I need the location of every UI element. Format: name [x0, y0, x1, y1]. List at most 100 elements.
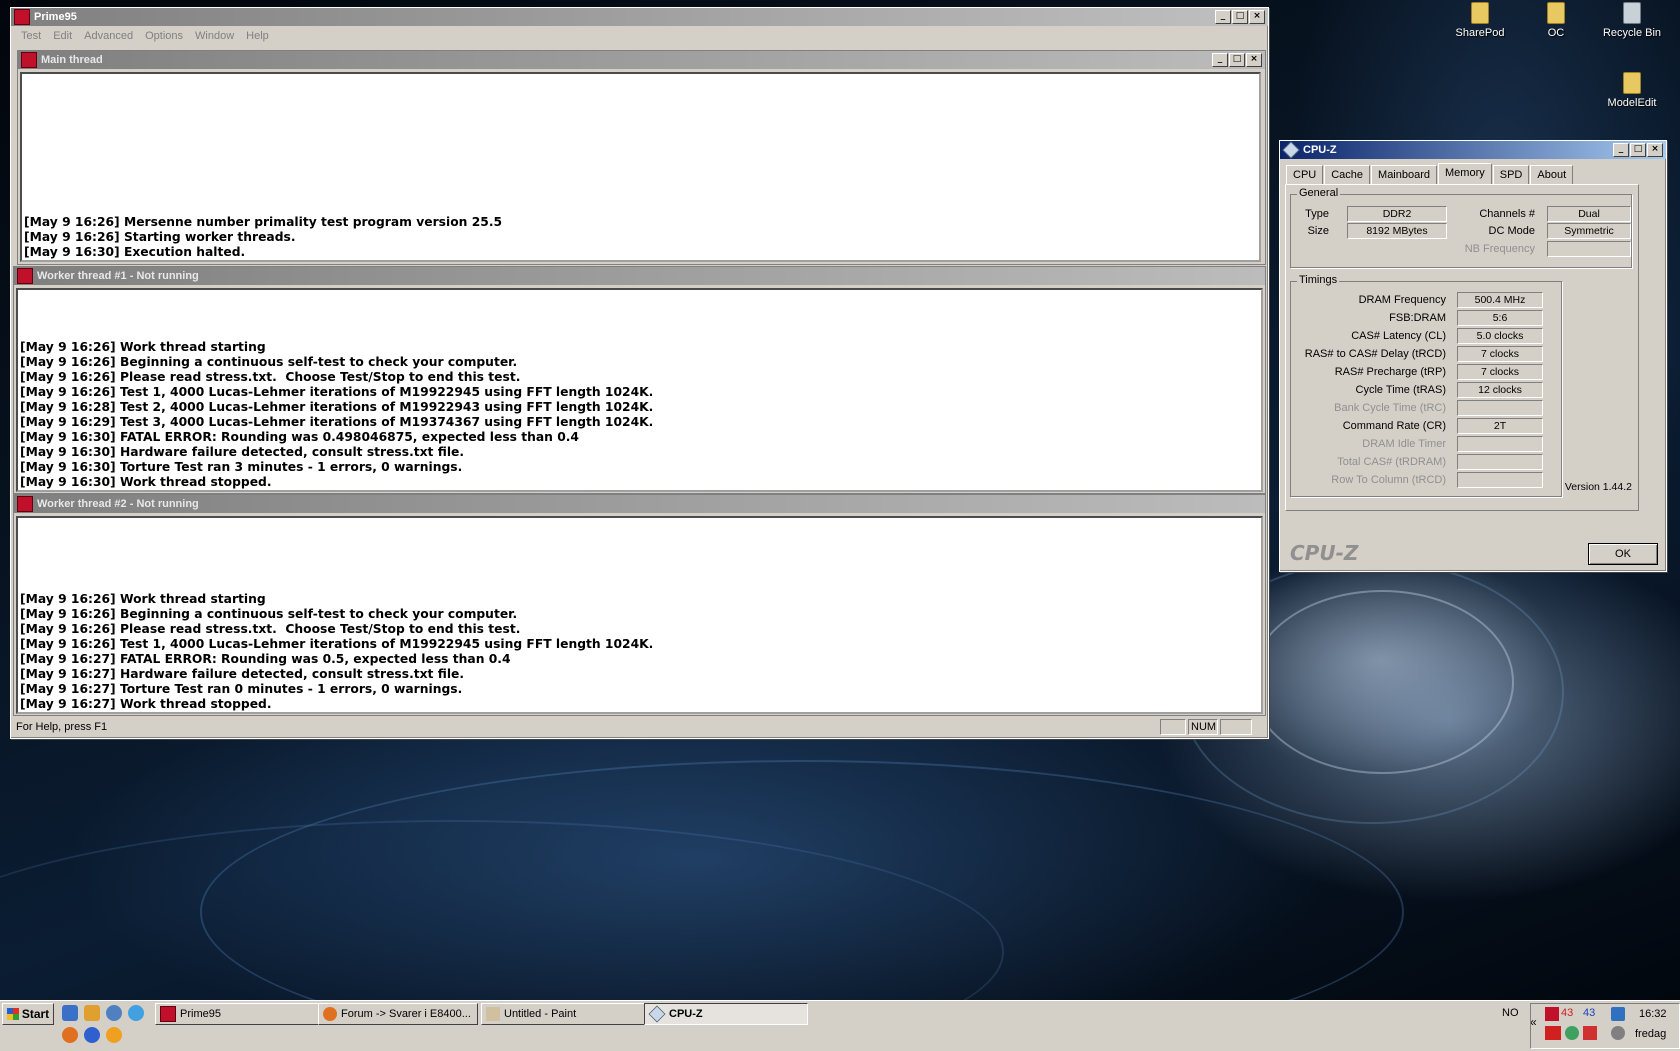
- timing-value: 7 clocks: [1457, 364, 1543, 380]
- paint-icon: [486, 1007, 500, 1021]
- amd-tray-icon[interactable]: [1545, 1026, 1561, 1040]
- cpuz-tabs: CPU Cache Mainboard Memory SPD About: [1286, 163, 1574, 184]
- tab-mainboard[interactable]: Mainboard: [1371, 165, 1438, 184]
- recycle-bin-icon: [1623, 2, 1641, 24]
- start-button[interactable]: Start: [2, 1003, 54, 1025]
- worker-thread-1-titlebar[interactable]: Worker thread #1 - Not running: [14, 267, 1265, 285]
- status-cell-scroll: [1220, 719, 1252, 735]
- start-label: Start: [21, 1007, 50, 1021]
- window-title: CPU-Z: [1303, 144, 1337, 156]
- close-button[interactable]: ×: [1647, 143, 1663, 157]
- worker-thread-2-log[interactable]: [May 9 16:26] Work thread starting [May …: [16, 516, 1263, 714]
- desktop-icon-label: ModelEdit: [1607, 97, 1657, 109]
- timing-value: [1457, 454, 1543, 470]
- worker-thread-2-titlebar[interactable]: Worker thread #2 - Not running: [14, 495, 1265, 513]
- main-thread-titlebar[interactable]: Main thread _ □ ×: [18, 51, 1265, 69]
- timing-value: 5.0 clocks: [1457, 328, 1543, 344]
- timing-label: Row To Column (tRCD): [1331, 474, 1446, 486]
- tab-cpu[interactable]: CPU: [1286, 165, 1324, 184]
- clock-day[interactable]: fredag: [1635, 1028, 1666, 1040]
- menu-test[interactable]: Test: [15, 30, 47, 42]
- desktop-icon-label: Recycle Bin: [1602, 27, 1662, 39]
- tray-utility-icon[interactable]: [1565, 1026, 1579, 1040]
- temperature-core1[interactable]: 43: [1561, 1007, 1573, 1019]
- log-line: [May 9 16:30] Execution halted.: [24, 245, 246, 259]
- channels-value: Dual: [1547, 206, 1631, 222]
- network-tray-icon[interactable]: [1611, 1007, 1625, 1021]
- tab-about[interactable]: About: [1530, 165, 1574, 184]
- log-line: [May 9 16:26] Work thread starting: [20, 340, 266, 354]
- wallpaper-swirl: [1250, 590, 1514, 774]
- maximize-button[interactable]: □: [1232, 10, 1248, 24]
- media-icon[interactable]: [106, 1027, 122, 1043]
- minimize-button[interactable]: _: [1215, 10, 1231, 24]
- volume-icon[interactable]: [1611, 1026, 1625, 1040]
- worker-thread-1-window: Worker thread #1 - Not running [May 9 16…: [13, 266, 1266, 494]
- log-line: [May 9 16:26] Please read stress.txt. Ch…: [20, 370, 521, 384]
- tab-cache[interactable]: Cache: [1324, 165, 1371, 184]
- task-paint[interactable]: Untitled - Paint: [481, 1003, 645, 1025]
- close-button[interactable]: ×: [1249, 10, 1265, 24]
- menu-advanced[interactable]: Advanced: [78, 30, 139, 42]
- desktop-icon-recycle-bin[interactable]: Recycle Bin: [1592, 2, 1672, 39]
- log-line: [May 9 16:27] Torture Test ran 0 minutes…: [20, 682, 463, 696]
- cpuz-titlebar[interactable]: CPU-Z _ □ ×: [1280, 141, 1666, 159]
- task-firefox-forum[interactable]: Forum -> Svarer i E8400...: [318, 1003, 478, 1025]
- clock-time[interactable]: 16:32: [1639, 1008, 1667, 1020]
- network-icon[interactable]: [128, 1005, 144, 1021]
- menu-options[interactable]: Options: [139, 30, 189, 42]
- tab-spd[interactable]: SPD: [1492, 165, 1530, 184]
- show-desktop-icon[interactable]: [62, 1005, 78, 1021]
- desktop-icon-modeledit[interactable]: ModelEdit: [1592, 72, 1672, 109]
- timing-value: [1457, 436, 1543, 452]
- dc-mode-label: DC Mode: [1488, 225, 1535, 237]
- language-indicator[interactable]: NO: [1502, 1007, 1519, 1019]
- prime95-tray-icon[interactable]: [1545, 1007, 1559, 1021]
- maximize-button[interactable]: □: [1229, 53, 1245, 67]
- timing-label: DRAM Frequency: [1358, 294, 1446, 306]
- timing-label: RAS# to CAS# Delay (tRCD): [1304, 348, 1446, 360]
- temperature-core2[interactable]: 43: [1583, 1007, 1595, 1019]
- desktop-icon-oc[interactable]: OC: [1516, 2, 1596, 39]
- task-cpuz[interactable]: CPU-Z: [644, 1003, 808, 1025]
- antivirus-tray-icon[interactable]: [1583, 1026, 1597, 1040]
- desktop-icon-sharepod[interactable]: SharePod: [1440, 2, 1520, 39]
- task-prime95[interactable]: Prime95: [155, 1003, 319, 1025]
- minimize-button[interactable]: _: [1212, 53, 1228, 67]
- timing-label: Bank Cycle Time (tRC): [1334, 402, 1446, 414]
- log-line: [May 9 16:26] Please read stress.txt. Ch…: [20, 622, 521, 636]
- log-line: [May 9 16:26] Beginning a continuous sel…: [20, 607, 518, 621]
- prime95-titlebar[interactable]: Prime95 _ □ ×: [11, 8, 1268, 26]
- type-label: Type: [1305, 208, 1329, 220]
- menu-help[interactable]: Help: [240, 30, 275, 42]
- menu-window[interactable]: Window: [189, 30, 240, 42]
- system-tray: 43 43 16:32 fredag: [1530, 1003, 1680, 1049]
- maximize-button[interactable]: □: [1630, 143, 1646, 157]
- prime95-app-icon: [160, 1006, 176, 1022]
- log-line: [May 9 16:26] Starting worker threads.: [24, 230, 296, 244]
- firefox-icon[interactable]: [62, 1027, 78, 1043]
- desktop-icon-label: SharePod: [1455, 27, 1505, 39]
- type-value: DDR2: [1347, 206, 1447, 222]
- log-line: [May 9 16:26] Test 1, 4000 Lucas-Lehmer …: [20, 637, 654, 651]
- desktop-icon-label: OC: [1547, 27, 1565, 39]
- internet-explorer-icon[interactable]: [106, 1005, 122, 1021]
- nb-frequency-label: NB Frequency: [1464, 243, 1535, 255]
- minimize-button[interactable]: _: [1613, 143, 1629, 157]
- quicklaunch-tool-icon[interactable]: [84, 1005, 100, 1021]
- worker-thread-1-log[interactable]: [May 9 16:26] Work thread starting [May …: [16, 288, 1263, 492]
- task-label: Prime95: [180, 1008, 221, 1020]
- main-thread-log[interactable]: [May 9 16:26] Mersenne number primality …: [20, 72, 1261, 262]
- cpuz-app-icon: [1282, 141, 1300, 159]
- ok-button[interactable]: OK: [1588, 543, 1658, 565]
- log-line: [May 9 16:30] Torture Test ran 3 minutes…: [20, 460, 463, 474]
- help-icon[interactable]: [84, 1027, 100, 1043]
- main-thread-window: Main thread _ □ × [May 9 16:26] Mersenne…: [17, 50, 1266, 265]
- timing-label: Cycle Time (tRAS): [1355, 384, 1446, 396]
- windows-logo-icon: [6, 1008, 19, 1020]
- tab-memory[interactable]: Memory: [1438, 163, 1492, 184]
- thread-icon: [17, 268, 33, 284]
- menu-edit[interactable]: Edit: [47, 30, 78, 42]
- close-button[interactable]: ×: [1246, 53, 1262, 67]
- main-thread-title: Main thread: [41, 54, 103, 66]
